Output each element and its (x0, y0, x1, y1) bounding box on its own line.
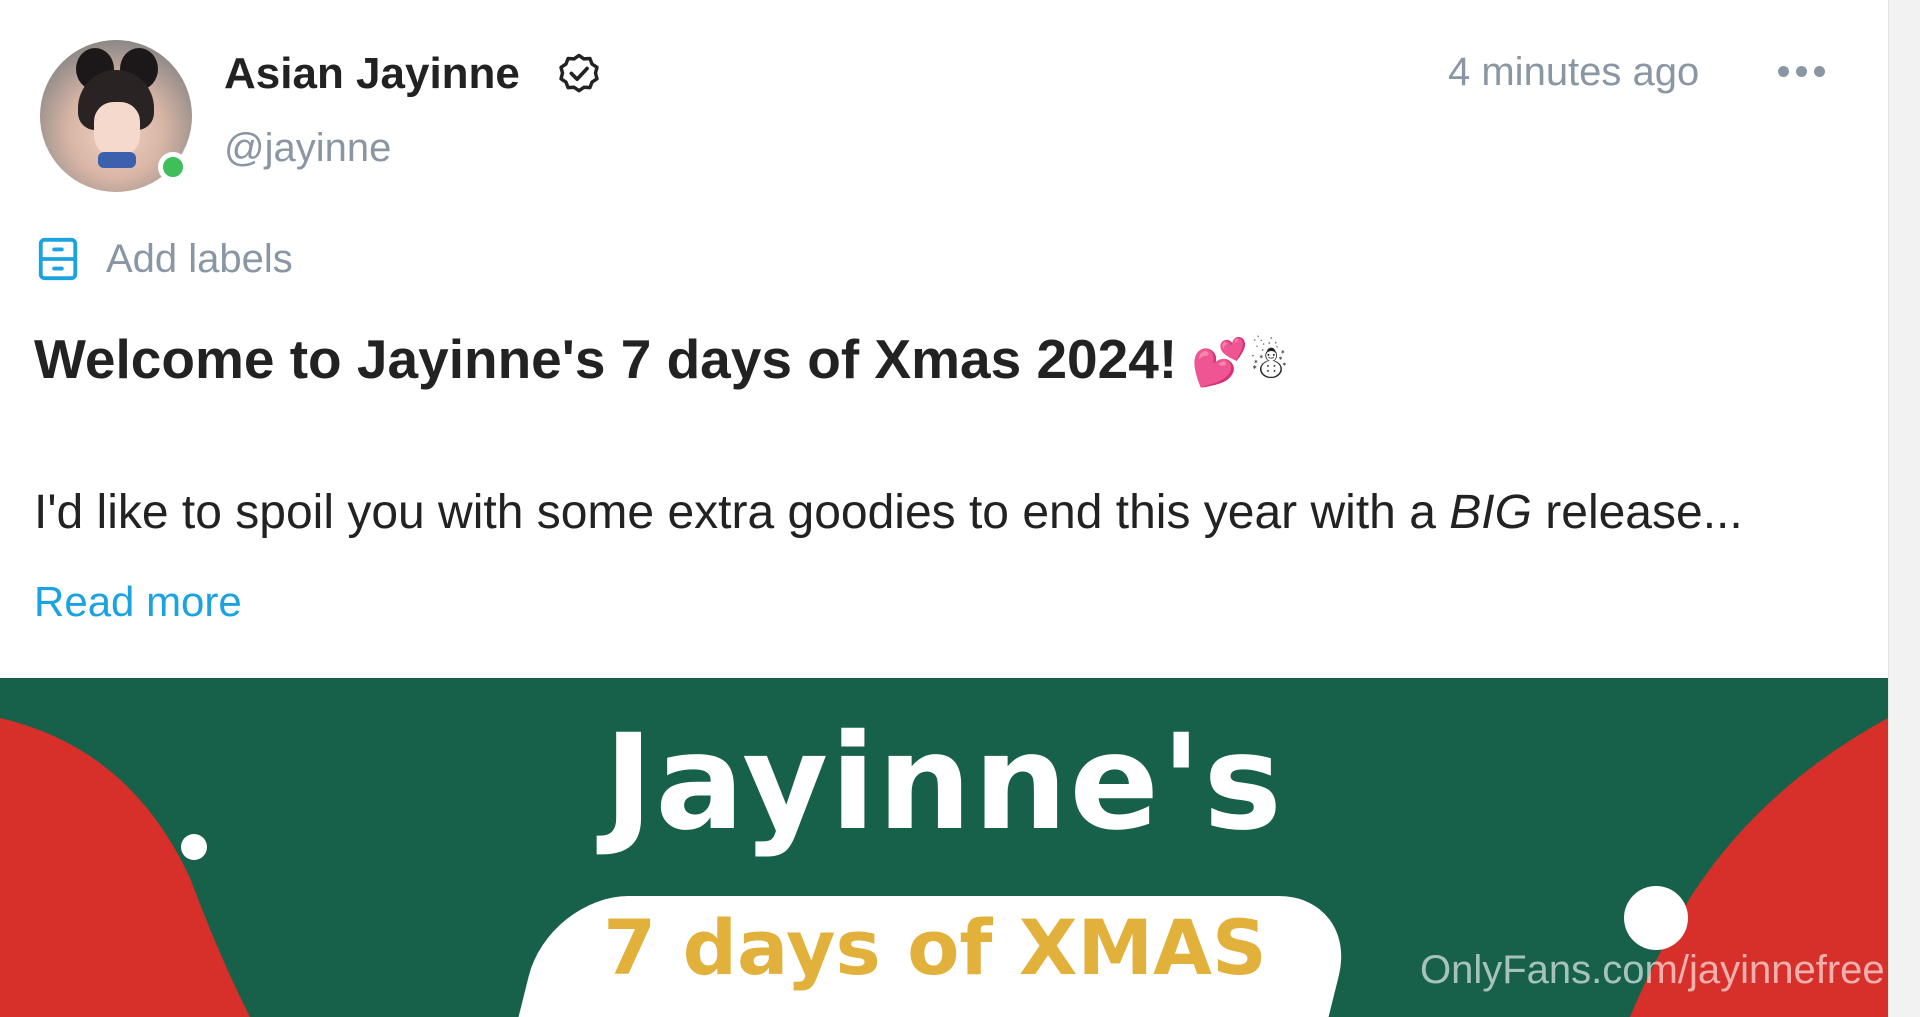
add-labels-label: Add labels (106, 236, 293, 281)
post-body-end: release... (1531, 486, 1743, 539)
avatar[interactable] (40, 40, 192, 192)
more-dot (1778, 65, 1789, 77)
verified-badge-icon (559, 53, 599, 93)
post-body-start: I'd like to spoil you with some extra go… (34, 486, 1450, 539)
more-options-icon[interactable] (1778, 60, 1832, 82)
post-body-emphasis: BIG (1449, 486, 1532, 539)
post-body: I'd like to spoil you with some extra go… (34, 484, 1743, 542)
post-media-banner[interactable]: Jayinne's 7 days of XMAS OnlyFans.com/ja… (0, 678, 1888, 1017)
post-title-text: Welcome to Jayinne's 7 days of Xmas 2024… (34, 328, 1178, 390)
banner-subtitle: 7 days of XMAS (603, 903, 1267, 992)
online-status-indicator (158, 152, 188, 182)
post-title: Welcome to Jayinne's 7 days of Xmas 2024… (34, 326, 1290, 395)
post-timestamp[interactable]: 4 minutes ago (1448, 48, 1699, 96)
label-tag-icon (38, 237, 78, 281)
snow-dot (1624, 886, 1688, 950)
more-dot (1814, 65, 1825, 77)
post-card: Asian Jayinne @jayinne 4 minutes ago Add… (0, 0, 1888, 1017)
title-emoji: 💕☃ (1191, 335, 1290, 389)
add-labels-button[interactable]: Add labels (36, 232, 293, 286)
read-more-link[interactable]: Read more (34, 576, 242, 628)
author-name[interactable]: Asian Jayinne (224, 48, 520, 100)
author-handle[interactable]: @jayinne (224, 124, 391, 172)
page-edge-strip (1888, 0, 1920, 1017)
avatar-face (94, 102, 140, 158)
avatar-bow (98, 152, 136, 168)
banner-title: Jayinne's (604, 706, 1284, 860)
more-dot (1796, 65, 1807, 77)
watermark: OnlyFans.com/jayinnefree (1420, 948, 1885, 992)
